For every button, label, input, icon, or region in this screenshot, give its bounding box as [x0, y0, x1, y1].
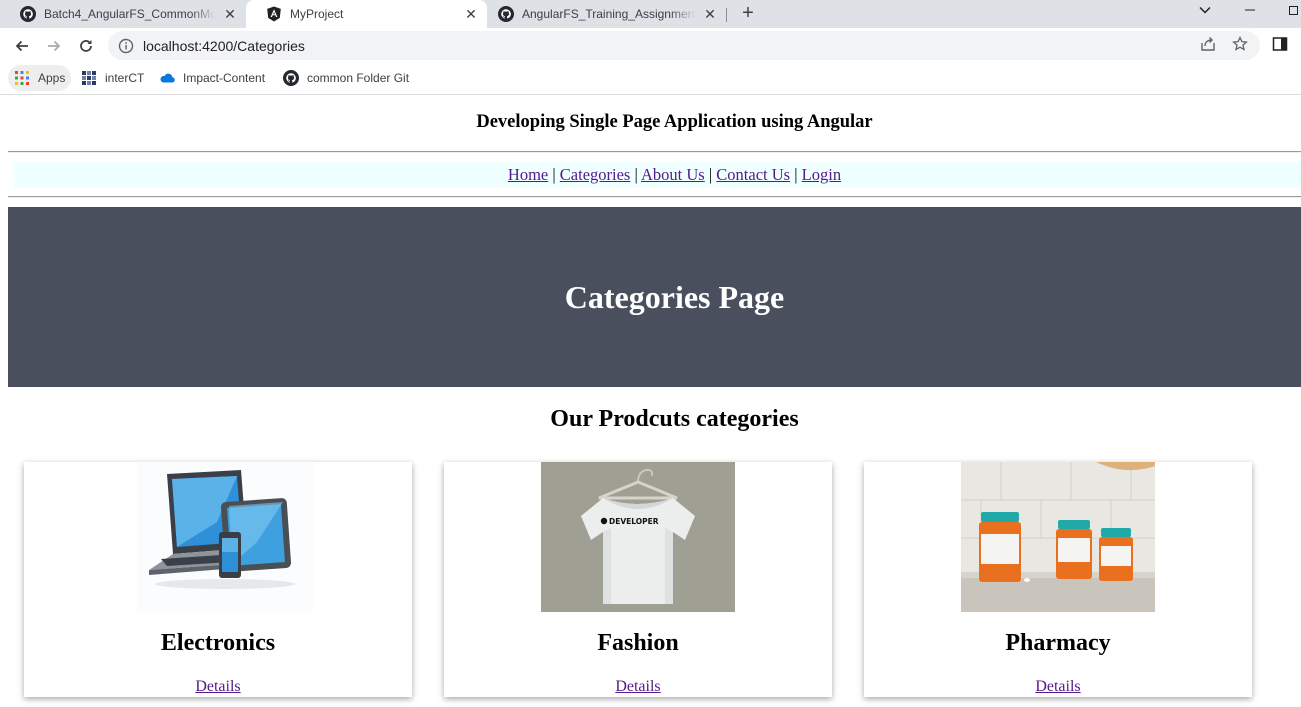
forward-button[interactable]: [42, 34, 66, 58]
bookmark-label: Apps: [38, 71, 66, 85]
maximize-window-icon[interactable]: [1285, 0, 1301, 20]
banner-title: Categories Page: [564, 278, 785, 315]
site-nav: Home | Categories | About Us | Contact U…: [14, 162, 1301, 188]
bookmark-common-folder-git[interactable]: common Folder Git: [283, 65, 409, 91]
tab-title: MyProject: [290, 7, 344, 21]
nav-link-about-us[interactable]: About Us: [641, 165, 705, 184]
app-title: Developing Single Page Application using…: [476, 112, 873, 132]
apps-grid-icon: [15, 71, 29, 85]
address-url[interactable]: localhost:4200/Categories: [143, 38, 305, 54]
category-name: Electronics: [160, 630, 276, 656]
github-icon: [20, 6, 36, 22]
back-button[interactable]: [10, 34, 34, 58]
nav-link-categories[interactable]: Categories: [560, 165, 631, 184]
bookmark-interct[interactable]: interCT: [81, 65, 144, 91]
github-icon: [498, 6, 514, 22]
address-bar[interactable]: localhost:4200/Categories: [108, 31, 1260, 60]
tab-separator: [726, 8, 727, 22]
category-card-electronics: Electronics Details: [24, 462, 412, 697]
back-arrow-icon: [15, 40, 28, 52]
tab-angularfs-training[interactable]: AngularFS_Training_Assignments ✕: [478, 0, 726, 28]
bookmark-apps[interactable]: Apps: [8, 65, 72, 91]
nav-link-home[interactable]: Home: [508, 165, 548, 184]
browser-tab-strip: Batch4_AngularFS_CommonModules ✕ MyProje…: [0, 0, 1301, 28]
details-link[interactable]: Details: [615, 678, 660, 695]
interct-icon: [82, 71, 96, 85]
angular-icon: [267, 6, 281, 22]
bookmark-label: interCT: [105, 71, 145, 85]
close-tab-icon[interactable]: ✕: [222, 6, 238, 22]
forward-arrow-icon: [48, 40, 61, 52]
bookmark-label: common Folder Git: [307, 71, 410, 85]
nav-link-login[interactable]: Login: [802, 165, 841, 184]
reload-icon: [80, 40, 92, 52]
github-icon: [283, 70, 299, 86]
nav-separator: |: [794, 165, 798, 184]
new-tab-button[interactable]: +: [737, 2, 759, 24]
nav-separator: |: [634, 165, 638, 184]
details-link[interactable]: Details: [1035, 678, 1080, 695]
side-panel-icon[interactable]: [1271, 35, 1289, 53]
share-icon[interactable]: [1199, 35, 1217, 53]
page-banner: Categories Page: [8, 207, 1301, 387]
bookmark-star-icon[interactable]: [1231, 35, 1249, 53]
bookmark-label: Impact-Content: [183, 71, 266, 85]
shirt-print-text: DEVELOPER: [609, 517, 659, 526]
category-name: Pharmacy: [1005, 630, 1111, 656]
nav-separator: |: [708, 165, 713, 184]
nav-separator: |: [552, 165, 556, 184]
site-info-icon[interactable]: [118, 38, 134, 54]
nav-link-contact-us[interactable]: Contact Us: [716, 165, 790, 184]
category-name: Fashion: [597, 630, 679, 656]
reload-button[interactable]: [74, 34, 98, 58]
section-title: Our Prodcuts categories: [550, 406, 799, 432]
details-link[interactable]: Details: [195, 678, 240, 695]
pill-bottles-image: [961, 462, 1155, 612]
category-card-fashion: DEVELOPER Fashion Details: [444, 462, 832, 697]
tab-title: Batch4_AngularFS_CommonModules: [44, 7, 216, 21]
browser-toolbar: localhost:4200/Categories: [0, 28, 1301, 63]
tab-title: AngularFS_Training_Assignments: [522, 7, 696, 21]
tab-batch4-angularfs[interactable]: Batch4_AngularFS_CommonModules ✕: [0, 0, 246, 28]
electronics-devices-image: [137, 462, 313, 612]
divider: [8, 196, 1301, 198]
close-tab-icon[interactable]: ✕: [463, 6, 479, 22]
onedrive-cloud-icon: [160, 73, 175, 83]
category-card-pharmacy: Pharmacy Details: [864, 462, 1252, 697]
page-content: Developing Single Page Application using…: [0, 96, 1301, 707]
white-tshirt-image: DEVELOPER: [541, 462, 735, 612]
divider: [8, 151, 1301, 153]
bookmark-impact-content[interactable]: Impact-Content: [159, 65, 265, 91]
bookmarks-bar: Apps interCT Impact-Content common Folde…: [0, 63, 1301, 95]
tab-myproject[interactable]: MyProject ✕: [246, 0, 487, 28]
tab-search-icon[interactable]: [1195, 0, 1215, 20]
close-tab-icon[interactable]: ✕: [702, 6, 718, 22]
minimize-window-icon[interactable]: [1240, 0, 1260, 20]
